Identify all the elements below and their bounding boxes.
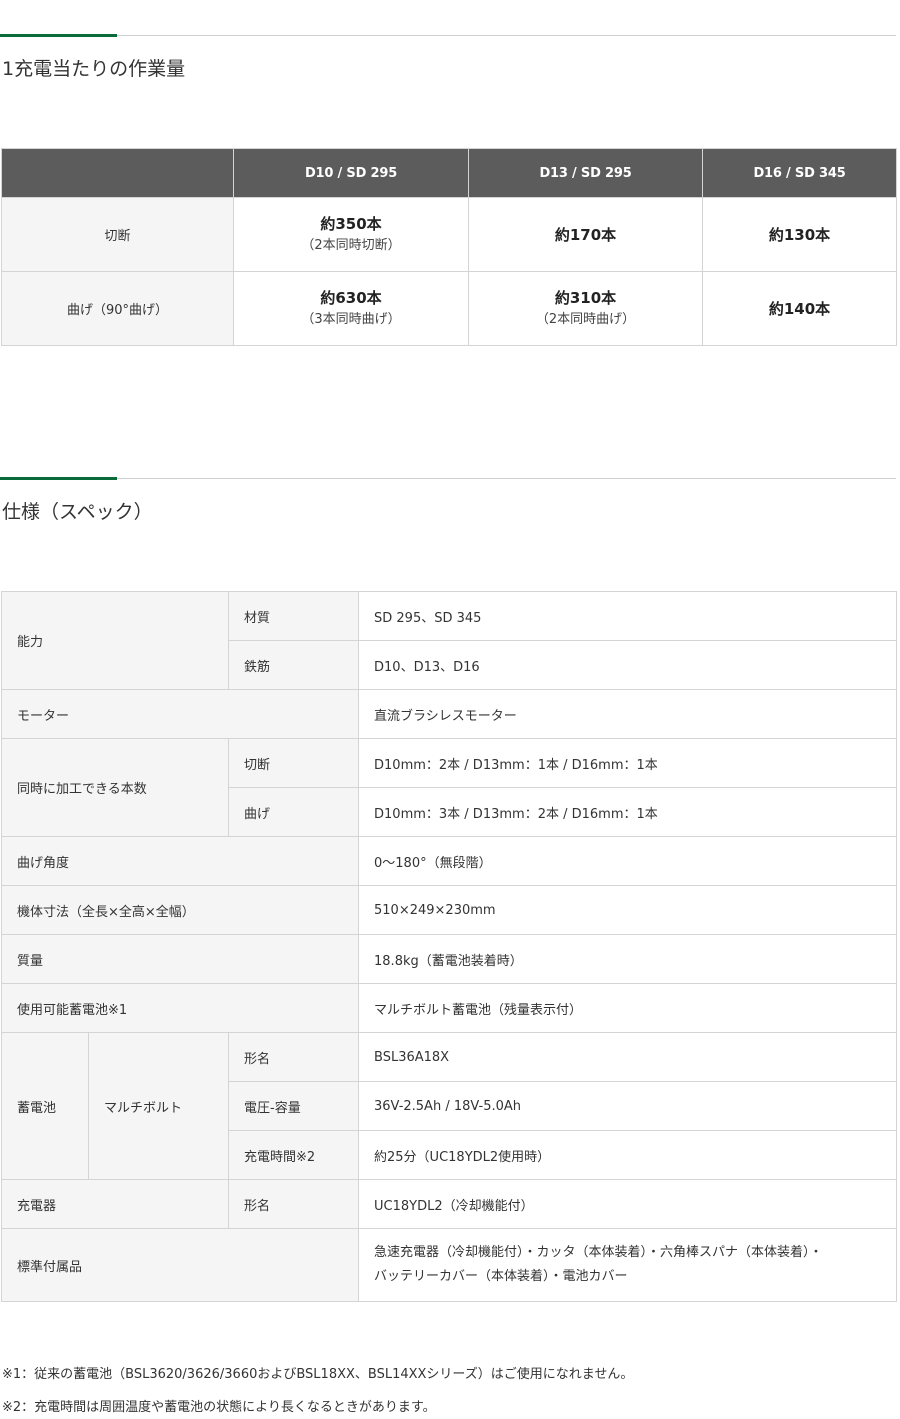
table-row: 能力 材質 SD 295、SD 345 [0, 591, 898, 690]
section-divider-work [0, 34, 896, 37]
spec-value-fuzoku: 急速充電器（冷却機能付）・カッタ（本体装着）・六角棒スパナ（本体装着）・ バッテリ… [358, 1228, 898, 1302]
section-divider-spec [0, 477, 896, 480]
spec-label-multivolt: マルチボルト [87, 1032, 230, 1180]
spec-label-battery: 蓄電池 [1, 1032, 89, 1180]
cell-value: 約130本 [702, 197, 897, 272]
cell-value: 約350本 （2本同時切断） [233, 197, 469, 272]
table-row: 曲げ（90°曲げ） 約630本 （3本同時曲げ） 約310本 （2本同時曲げ） 約1… [1, 271, 897, 346]
table-row: 充電器 形名 UC18YDL2（冷却機能付） [0, 1179, 898, 1229]
header-d13: D13 / SD 295 [468, 148, 703, 198]
spec-sublabel-juuden-jikan: 充電時間※2 [228, 1130, 360, 1180]
cell-value: 約630本 （3本同時曲げ） [233, 271, 469, 346]
spec-value-zaishitsu: SD 295、SD 345 [358, 591, 898, 641]
spec-label-motor: モーター [0, 689, 360, 739]
footnote-1: ※1：従来の蓄電池（BSL3620/3626/3660およびBSL18XX、BS… [2, 1367, 634, 1382]
cell-main: 約140本 [768, 299, 831, 318]
spec-value-setsudan: D10mm：2本 / D13mm：1本 / D16mm：1本 [358, 738, 898, 788]
work-section-title: 1充電当たりの作業量 [2, 58, 186, 80]
spec-value-shiyou-battery: マルチボルト蓄電池（残量表示付） [358, 983, 898, 1033]
header-blank [1, 148, 234, 198]
spec-sublabel-tekkin: 鉄筋 [228, 640, 360, 690]
table-row: 標準付属品 急速充電器（冷却機能付）・カッタ（本体装着）・六角棒スパナ（本体装着… [0, 1228, 898, 1302]
section-accent-bar [0, 477, 117, 480]
row-label-mage: 曲げ（90°曲げ） [1, 271, 234, 346]
fuzoku-line1: 急速充電器（冷却機能付）・カッタ（本体装着）・六角棒スパナ（本体装着）・ [374, 1245, 823, 1260]
spec-label-sunpou: 機体寸法（全長×全高×全幅） [0, 885, 360, 935]
spec-label-douji: 同時に加工できる本数 [0, 738, 230, 837]
spec-value-mage-kakudo: 0～180°（無段階） [358, 836, 898, 886]
cell-main: 約170本 [554, 225, 617, 244]
spec-table: 能力 材質 SD 295、SD 345 鉄筋 D10、D13、D16 モーター … [0, 591, 898, 1302]
spec-label-charger: 充電器 [0, 1179, 230, 1229]
spec-value-juuden-jikan: 約25分（UC18YDL2使用時） [358, 1130, 898, 1180]
spec-sublabel-zaishitsu: 材質 [228, 591, 360, 641]
row-label-setsudan: 切断 [1, 197, 234, 272]
header-d10: D10 / SD 295 [233, 148, 469, 198]
spec-value-denatsu: 36V-2.5Ah / 18V-5.0Ah [358, 1081, 898, 1131]
cell-sub: （3本同時曲げ） [301, 311, 401, 327]
spec-value-charger: UC18YDL2（冷却機能付） [358, 1179, 898, 1229]
spec-label-shitsuryou: 質量 [0, 934, 360, 984]
spec-value-tekkin: D10、D13、D16 [358, 640, 898, 690]
cell-main: 約350本 [320, 214, 382, 233]
table-row: 切断 約350本 （2本同時切断） 約170本 約130本 [1, 197, 897, 272]
cell-sub: （2本同時曲げ） [535, 311, 636, 327]
spec-sublabel-setsudan: 切断 [228, 738, 360, 788]
spec-sublabel-denatsu: 電圧-容量 [228, 1081, 360, 1131]
table-row: 使用可能蓄電池※1 マルチボルト蓄電池（残量表示付） [0, 983, 898, 1033]
cell-value: 約140本 [702, 271, 897, 346]
table-row: モーター 直流ブラシレスモーター [0, 689, 898, 739]
fuzoku-line2: バッテリーカバー（本体装着）・電池カバー [374, 1269, 628, 1284]
cell-main: 約130本 [768, 225, 831, 244]
spec-value-motor: 直流ブラシレスモーター [358, 689, 898, 739]
table-row: 質量 18.8kg（蓄電池装着時） [0, 934, 898, 984]
spec-label-shiyou-battery: 使用可能蓄電池※1 [0, 983, 360, 1033]
spec-sublabel-mage: 曲げ [228, 787, 360, 837]
spec-label-mage-kakudo: 曲げ角度 [0, 836, 360, 886]
spec-sublabel-charger-katamei: 形名 [228, 1179, 360, 1229]
spec-value-sunpou: 510×249×230mm [358, 885, 898, 935]
spec-label-noryoku: 能力 [0, 591, 230, 690]
cell-main: 約630本 [320, 288, 382, 307]
spec-value-katamei: BSL36A18X [358, 1032, 898, 1082]
cell-main: 約310本 [554, 288, 617, 307]
cell-value: 約170本 [468, 197, 703, 272]
section-accent-bar [0, 34, 117, 37]
spec-value-shitsuryou: 18.8kg（蓄電池装着時） [358, 934, 898, 984]
cell-value: 約310本 （2本同時曲げ） [468, 271, 703, 346]
spec-label-fuzoku: 標準付属品 [0, 1228, 360, 1302]
table-row: 曲げ角度 0～180°（無段階） [0, 836, 898, 886]
table-row: 機体寸法（全長×全高×全幅） 510×249×230mm [0, 885, 898, 935]
spec-section-title: 仕様（スペック） [2, 501, 153, 523]
footnote-2: ※2：充電時間は周囲温度や蓄電池の状態により長くなるときがあります。 [2, 1400, 436, 1415]
spec-value-mage: D10mm：3本 / D13mm：2本 / D16mm：1本 [358, 787, 898, 837]
cell-sub: （2本同時切断） [301, 237, 401, 253]
work-table-header: D10 / SD 295 D13 / SD 295 D16 / SD 345 [1, 148, 897, 198]
spec-sublabel-katamei: 形名 [228, 1032, 360, 1082]
table-row: 同時に加工できる本数 切断 D10mm：2本 / D13mm：1本 / D16m… [0, 738, 898, 837]
table-row: 蓄電池 マルチボルト 形名 BSL36A18X [1, 1032, 898, 1180]
header-d16: D16 / SD 345 [702, 148, 897, 198]
work-amount-table: D10 / SD 295 D13 / SD 295 D16 / SD 345 切… [1, 148, 897, 346]
